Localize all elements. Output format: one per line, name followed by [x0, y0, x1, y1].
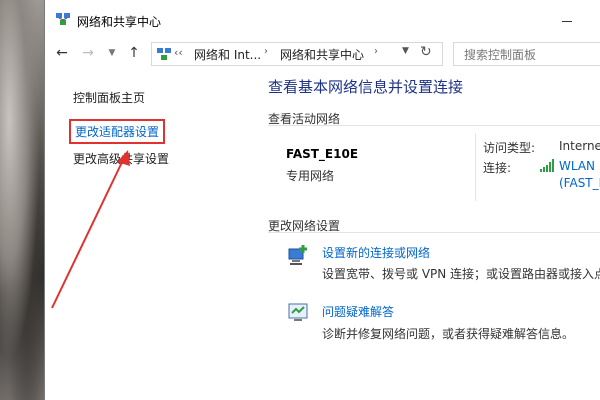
navigation-bar: ← → ▼ ↑ ‹‹ 网络和 Int... › 网络和共享中心 › ▼ ↻ 搜索…: [45, 36, 600, 70]
recent-dropdown-icon[interactable]: ▼: [103, 44, 121, 62]
desktop-background: [0, 0, 46, 400]
network-center-icon: [157, 48, 171, 60]
breadcrumb-network-sharing-center[interactable]: 网络和共享中心: [280, 46, 364, 63]
troubleshoot-icon: [288, 303, 308, 321]
network-center-icon: [56, 13, 70, 25]
up-arrow-icon[interactable]: ↑: [125, 44, 143, 62]
breadcrumb-network-internet[interactable]: 网络和 Int...: [194, 46, 261, 63]
connection-ssid-link[interactable]: (FAST_E: [559, 176, 600, 190]
search-input[interactable]: 搜索控制面板: [453, 42, 600, 66]
address-dropdown-icon[interactable]: ▼: [402, 46, 409, 56]
network-type: 专用网络: [286, 169, 335, 183]
main-content: 查看基本网络信息并设置连接 查看活动网络 FAST_E10E 专用网络 访问类型…: [235, 70, 600, 400]
minimize-icon[interactable]: [545, 10, 591, 34]
control-panel-home-link[interactable]: 控制面板主页: [73, 89, 145, 106]
change-advanced-sharing-link[interactable]: 更改高级共享设置: [73, 150, 169, 167]
new-connection-icon: [288, 245, 307, 265]
breadcrumb-separator-icon[interactable]: ›: [264, 46, 268, 57]
back-arrow-icon[interactable]: ←: [53, 44, 71, 62]
setup-new-connection-description: 设置宽带、拨号或 VPN 连接；或设置路由器或接入点: [322, 267, 600, 281]
change-adapter-settings-link[interactable]: 更改适配器设置: [69, 119, 166, 144]
breadcrumb-separator-icon[interactable]: ›: [374, 46, 378, 57]
address-bar[interactable]: ‹‹ 网络和 Int... › 网络和共享中心 › ▼ ↻: [151, 42, 443, 66]
forward-arrow-icon[interactable]: →: [79, 44, 97, 62]
title-bar: 网络和共享中心: [45, 0, 600, 36]
refresh-icon[interactable]: ↻: [420, 44, 432, 60]
divider: [268, 125, 600, 126]
page-title: 查看基本网络信息并设置连接: [268, 78, 464, 96]
network-name: FAST_E10E: [286, 147, 359, 161]
setup-new-connection-link[interactable]: 设置新的连接或网络: [322, 244, 430, 261]
divider: [475, 133, 476, 201]
search-placeholder: 搜索控制面板: [464, 48, 537, 62]
divider: [268, 232, 600, 233]
network-sharing-window: 网络和共享中心 ← → ▼ ↑ ‹‹ 网络和 Int... › 网络和共享中心 …: [44, 0, 600, 400]
window-title: 网络和共享中心: [77, 15, 162, 29]
left-task-pane: 控制面板主页 更改适配器设置 更改高级共享设置: [45, 70, 235, 400]
troubleshoot-description: 诊断并修复网络问题，或者获得疑难解答信息。: [322, 327, 575, 341]
wifi-signal-icon: [540, 159, 554, 172]
troubleshoot-link[interactable]: 问题疑难解答: [322, 303, 394, 320]
access-type-label: 访问类型:: [483, 141, 536, 155]
access-type-value: Internet: [559, 139, 600, 153]
connections-label: 连接:: [483, 161, 512, 175]
breadcrumb-overflow[interactable]: ‹‹: [174, 46, 183, 59]
connection-link[interactable]: WLAN: [559, 159, 595, 173]
